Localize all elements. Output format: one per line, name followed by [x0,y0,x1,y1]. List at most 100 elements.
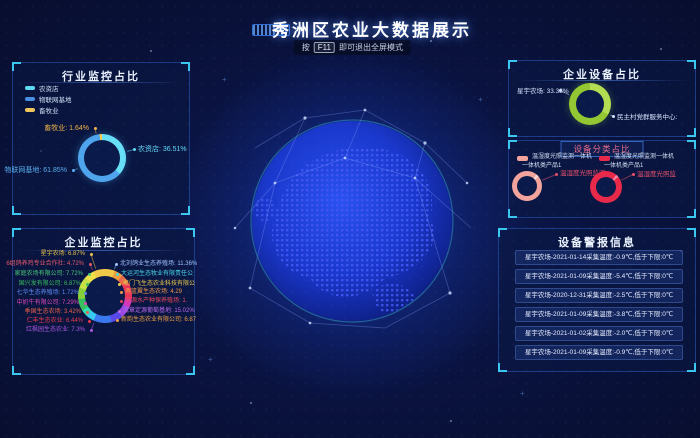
alarm-row: 星宇农场-2021-01-02采集温度:-2.0℃,低于下限:0℃ [515,326,683,341]
leader-dot [612,115,615,118]
legend-label: 物联网基地 [39,94,72,104]
chart-label: 七华生态养殖场: 1.72% [17,289,79,298]
leader-dot [115,263,118,266]
chart-label: 季国生态农场: 3.42% [25,308,81,317]
alarm-row: 星宇农场-2021-01-09采集温度:-5.4℃,低于下限:0℃ [515,269,683,284]
legend-label: 畜牧业 [39,105,59,115]
enterprise-monitor-panel: 企业监控占比 星宇农场: 6.87% 6组鸽养鸡专业合作社: 4.72% 家庭农… [12,228,195,375]
plus-mark: + [478,96,483,104]
corner-accent [508,128,517,137]
legend-label: 温湿度光照监测一体机 [532,154,592,161]
chart-label: 丰源水产种保养殖场: 1. [125,297,187,306]
legend-swatch [25,86,35,90]
leader-dot [89,263,92,266]
chart-label: 家庭农场有限公司: 7.72% [15,270,83,279]
chart-label: 成章定源葡萄基地: 15.02% [123,307,195,316]
globe [215,88,495,356]
hint-prefix: 按 [302,42,310,53]
corner-accent [687,140,696,149]
leader-dot [72,169,75,172]
device-class-panel: 设备分类占比 温湿度光照监测一体机 一体机类产品1 温湿度光照监测一 温湿度光照… [508,140,696,218]
legend-label: 农资店 [39,83,59,93]
leader-dot [90,329,93,332]
fullscreen-hint: 按 F11 即可退出全屏模式 [294,40,411,55]
leader-dot [116,319,119,322]
hint-suffix: 即可退出全屏模式 [339,42,403,53]
industry-monitor-panel: 行业监控占比 农资店 物联网基地 畜牧业 畜牧业: 1.64% 农资店: 36.… [12,62,190,215]
panel-title: 设备警报信息 [499,234,695,250]
corner-accent [687,128,696,137]
leader-dot [86,283,89,286]
leader-dot [118,283,121,286]
chart-label: 新韵生态农业有限公司: 6.87 [121,316,196,325]
alarm-row: 星宇农场-2020-12-31采集温度:-2.5℃,低于下限:0℃ [515,288,683,303]
legend-swatch [25,97,35,101]
leader-dot [559,89,562,92]
legend-label: 一体机类产品1 [522,163,561,170]
legend-label: 一体机类产品1 [604,163,643,170]
leader-dot [90,253,93,256]
f11-key-badge: F11 [314,42,335,53]
leader-line [91,254,97,269]
plus-mark: + [208,356,213,364]
chart-label: 甬篮翼生态农场: 4.29 [125,288,182,297]
plus-mark: + [520,390,525,398]
corner-accent [508,140,517,149]
chart-label: 星宇农场: 6.87% [41,250,85,259]
leader-dot [86,311,89,314]
legend-item[interactable]: 农资店 [25,83,59,93]
chart-label: 温湿度光照监 [637,171,676,178]
corner-accent [508,209,517,218]
chart-label: 北刘鸽业生态养殖场: 11.36% [120,260,197,269]
chart-label: 6组鸽养鸡专业合作社: 4.72% [6,260,84,269]
leader-dot [120,291,123,294]
corner-accent [687,209,696,218]
corner-accent [12,206,21,215]
class-donut-chart-left[interactable] [512,171,542,201]
legend-swatch [517,156,528,161]
alarm-panel: 设备警报信息 星宇农场-2021-01-14采集温度:-0.9℃,低于下限:0℃… [498,228,696,372]
corner-accent [186,366,195,375]
chart-label: 红枫园生态农业: 7.3% [26,326,85,335]
leader-dot [84,292,87,295]
leader-dot [88,320,91,323]
star-dot [450,420,452,422]
leader-dot [133,148,136,151]
divider [515,80,689,81]
chart-label: 民主村党群服务中心: [617,113,677,122]
leader-dot [94,127,97,130]
chart-label: 国兴发有限公司: 6.87% [19,280,81,289]
leader-dot [88,273,91,276]
chart-label: 物联网基地: 61.85% [4,166,67,175]
corner-accent [12,366,21,375]
leader-dot [555,173,558,176]
class-donut-chart-right[interactable] [590,171,622,203]
star-dot [250,402,252,404]
leader-dot [118,310,121,313]
page-title: 秀洲区农业大数据展示 [0,16,700,41]
chart-label: 中奶牛有限公司: 7.29% [17,299,79,308]
industry-donut-chart[interactable] [78,134,126,182]
plus-mark: + [222,76,227,84]
alarm-row: 星宇农场-2021-01-09采集温度:-0.9℃,低于下限:0℃ [515,345,683,360]
leader-dot [84,302,87,305]
star-dot [150,50,152,52]
corner-accent [687,363,696,372]
legend-item[interactable]: 畜牧业 [25,105,59,115]
chart-label: 农资店: 36.51% [138,145,187,154]
device-donut-chart[interactable] [569,83,611,125]
leader-dot [120,300,123,303]
panel-title: 企业监控占比 [13,234,194,250]
chart-label: 畜牧业: 1.64% [44,124,89,133]
alarm-row: 星宇农场-2021-01-09采集温度:-3.8℃,低于下限:0℃ [515,307,683,322]
device-ratio-panel: 企业设备占比 星宇农场: 33.33% 民主村党群服务中心: [508,60,696,137]
legend-item[interactable]: 物联网基地 [25,94,72,104]
chart-label: 大运河生态牧业有限责任公 [121,270,193,279]
legend-label: 温湿度光照监测一体机 [614,154,674,161]
star-dot [660,48,662,50]
leader-line [542,174,557,181]
legend-swatch [25,108,35,112]
leader-dot [116,273,119,276]
legend-swatch [599,156,610,161]
corner-accent [498,363,507,372]
